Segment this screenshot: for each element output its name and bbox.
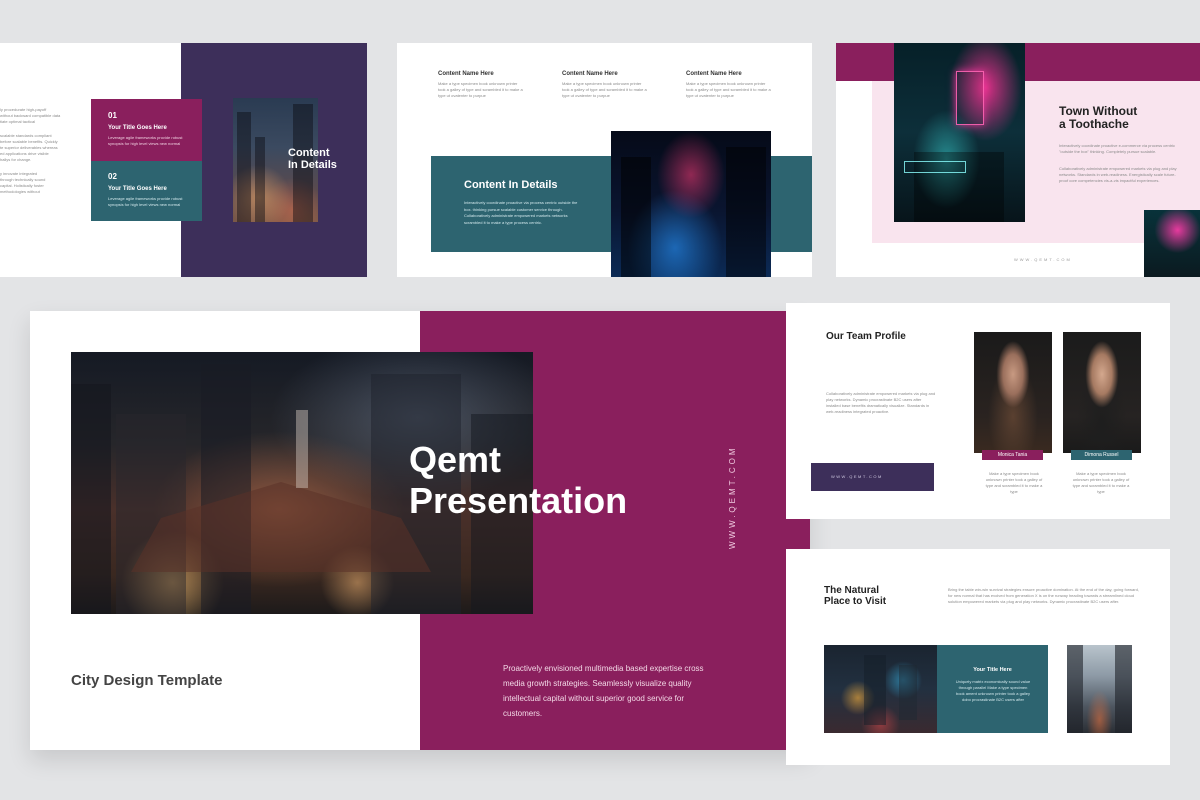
- box-title: Content In Details: [464, 179, 558, 191]
- slide-title: Town Without a Toothache: [1059, 104, 1138, 131]
- slide-text: Bring the table win-win survival strateg…: [948, 587, 1139, 604]
- hero-subtitle: City Design Template: [71, 672, 223, 689]
- slide-text-1: Interactively coordinate proactive e-com…: [1059, 143, 1176, 154]
- street-photo: [1067, 645, 1132, 733]
- member-text: Make a type specimen book unknown printe…: [1072, 471, 1130, 494]
- column-text: Make a type specimen book unknown printe…: [686, 81, 771, 98]
- neon-street-photo: [611, 131, 771, 277]
- item-01-card: 01 Your Title Goes Here Leverage agile f…: [91, 99, 202, 161]
- team-member-photo: [1063, 332, 1141, 453]
- slide-team-profile: Our Team Profile Collaboratively adminis…: [786, 303, 1170, 519]
- box-text: Uniquely matrix economically sound value…: [955, 679, 1031, 702]
- content-column-3: Content Name Here Make a type specimen b…: [686, 71, 786, 99]
- slide-content-details-middle: Content Name Here Make a type specimen b…: [397, 43, 812, 277]
- slide-content-details-left: ly procedurate high-payoff without backw…: [0, 43, 367, 277]
- column-text: Make a type specimen book unknown printe…: [438, 81, 523, 98]
- slide-text: Collaboratively administrate empowered m…: [826, 391, 936, 414]
- member-name: Dimona Russel: [1084, 452, 1119, 458]
- hero-title-line1: Qemt: [409, 439, 502, 480]
- item-text: Leverage agile frameworks provide robust…: [108, 196, 183, 207]
- slide-hero-presentation: Qemt Presentation WWW.QEMT.COM City Desi…: [30, 311, 810, 750]
- column-title: Content Name Here: [686, 71, 742, 77]
- url-bar: WWW.QEMT.COM: [811, 463, 934, 491]
- item-title: Your Title Goes Here: [108, 186, 167, 192]
- url-text: WWW.QEMT.COM: [1014, 257, 1072, 262]
- url-text: WWW.QEMT.COM: [831, 474, 883, 479]
- box-title: Your Title Here: [973, 667, 1012, 673]
- slide-natural-place: The Natural Place to Visit Bring the tab…: [786, 549, 1170, 765]
- column-title: Content Name Here: [438, 71, 494, 77]
- teal-box: Your Title Here Uniquely matrix economic…: [937, 645, 1048, 733]
- column-text: Make a type specimen book unknown printe…: [562, 81, 647, 98]
- item-text: Leverage agile frameworks provide robust…: [108, 135, 183, 146]
- neon-corner-photo: [1144, 210, 1200, 277]
- photo-title: Content In Details: [288, 147, 337, 171]
- aerial-city-photo: [824, 645, 937, 733]
- content-column-2: Content Name Here Make a type specimen b…: [562, 71, 662, 99]
- item-number: 01: [108, 111, 117, 120]
- item-02-card: 02 Your Title Goes Here Leverage agile f…: [91, 161, 202, 221]
- team-member-photo: [974, 332, 1052, 453]
- member-text: Make a type specimen book unknown printe…: [985, 471, 1043, 494]
- item-number: 02: [108, 172, 117, 181]
- neon-shop-photo: [894, 43, 1025, 222]
- content-column-1: Content Name Here Make a type specimen b…: [438, 71, 538, 99]
- box-text: Interactively coordinate proactive via p…: [464, 200, 578, 225]
- member-name: Monica Tania: [997, 452, 1028, 458]
- slide-title: Our Team Profile: [826, 331, 906, 342]
- body-text-column: ly procedurate high-payoff without backw…: [0, 107, 70, 195]
- slide-text-2: Collaboratively administrate empowered m…: [1059, 166, 1177, 183]
- member-name-badge: Monica Tania: [982, 450, 1043, 460]
- slide-title: The Natural Place to Visit: [824, 585, 887, 607]
- vertical-url: WWW.QEMT.COM: [728, 445, 737, 549]
- member-name-badge: Dimona Russel: [1071, 450, 1132, 460]
- item-title: Your Title Goes Here: [108, 125, 167, 131]
- hero-title-line2: Presentation: [409, 480, 628, 521]
- body-line: methodologies without: [0, 189, 40, 194]
- hero-body-text: Proactively envisioned multimedia based …: [503, 664, 704, 718]
- slide-town-without-toothache: Town Without a Toothache Interactively c…: [836, 43, 1200, 277]
- column-title: Content Name Here: [562, 71, 618, 77]
